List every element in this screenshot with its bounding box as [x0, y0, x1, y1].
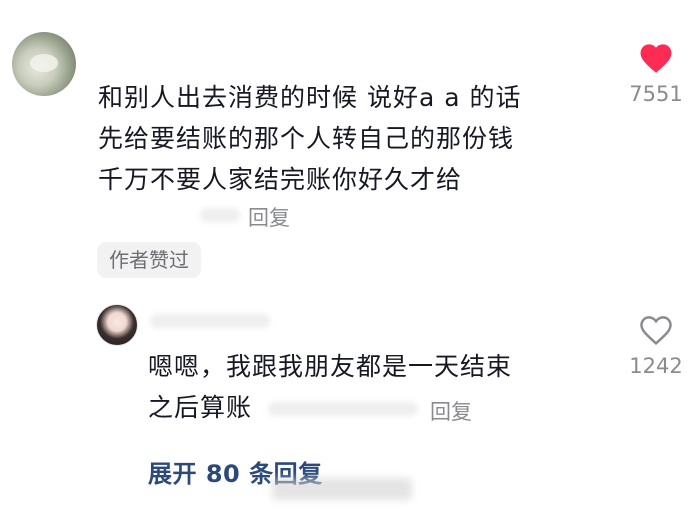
- heart-outline-icon: [640, 316, 672, 346]
- author-liked-badge: 作者赞过: [97, 242, 201, 278]
- blurred-region: [200, 208, 240, 222]
- comment-line: 先给要结账的那个人转自己的那份钱: [98, 124, 515, 153]
- heart-filled-icon: [640, 44, 672, 73]
- comment-like-button[interactable]: 7551: [616, 40, 690, 106]
- reply-like-button[interactable]: 1242: [616, 312, 690, 378]
- like-count: 1242: [629, 354, 683, 378]
- reply-button[interactable]: 回复: [430, 396, 472, 426]
- blurred-region: [268, 402, 418, 416]
- comment-line: 和别人出去消费的时候 说好a a 的话: [98, 83, 522, 112]
- like-count: 7551: [629, 82, 683, 106]
- blurred-username: [150, 314, 270, 328]
- comment-line: 千万不要人家结完账你好久才给: [98, 165, 463, 194]
- reply-line: 嗯嗯，我跟我朋友都是一天结束: [148, 352, 513, 381]
- commenter-avatar[interactable]: [12, 32, 76, 96]
- replier-avatar[interactable]: [96, 304, 138, 346]
- reply-button[interactable]: 回复: [248, 202, 290, 232]
- watermark: [272, 478, 412, 500]
- comment-text: 和别人出去消费的时候 说好a a 的话 先给要结账的那个人转自己的那份钱 千万不…: [98, 77, 521, 200]
